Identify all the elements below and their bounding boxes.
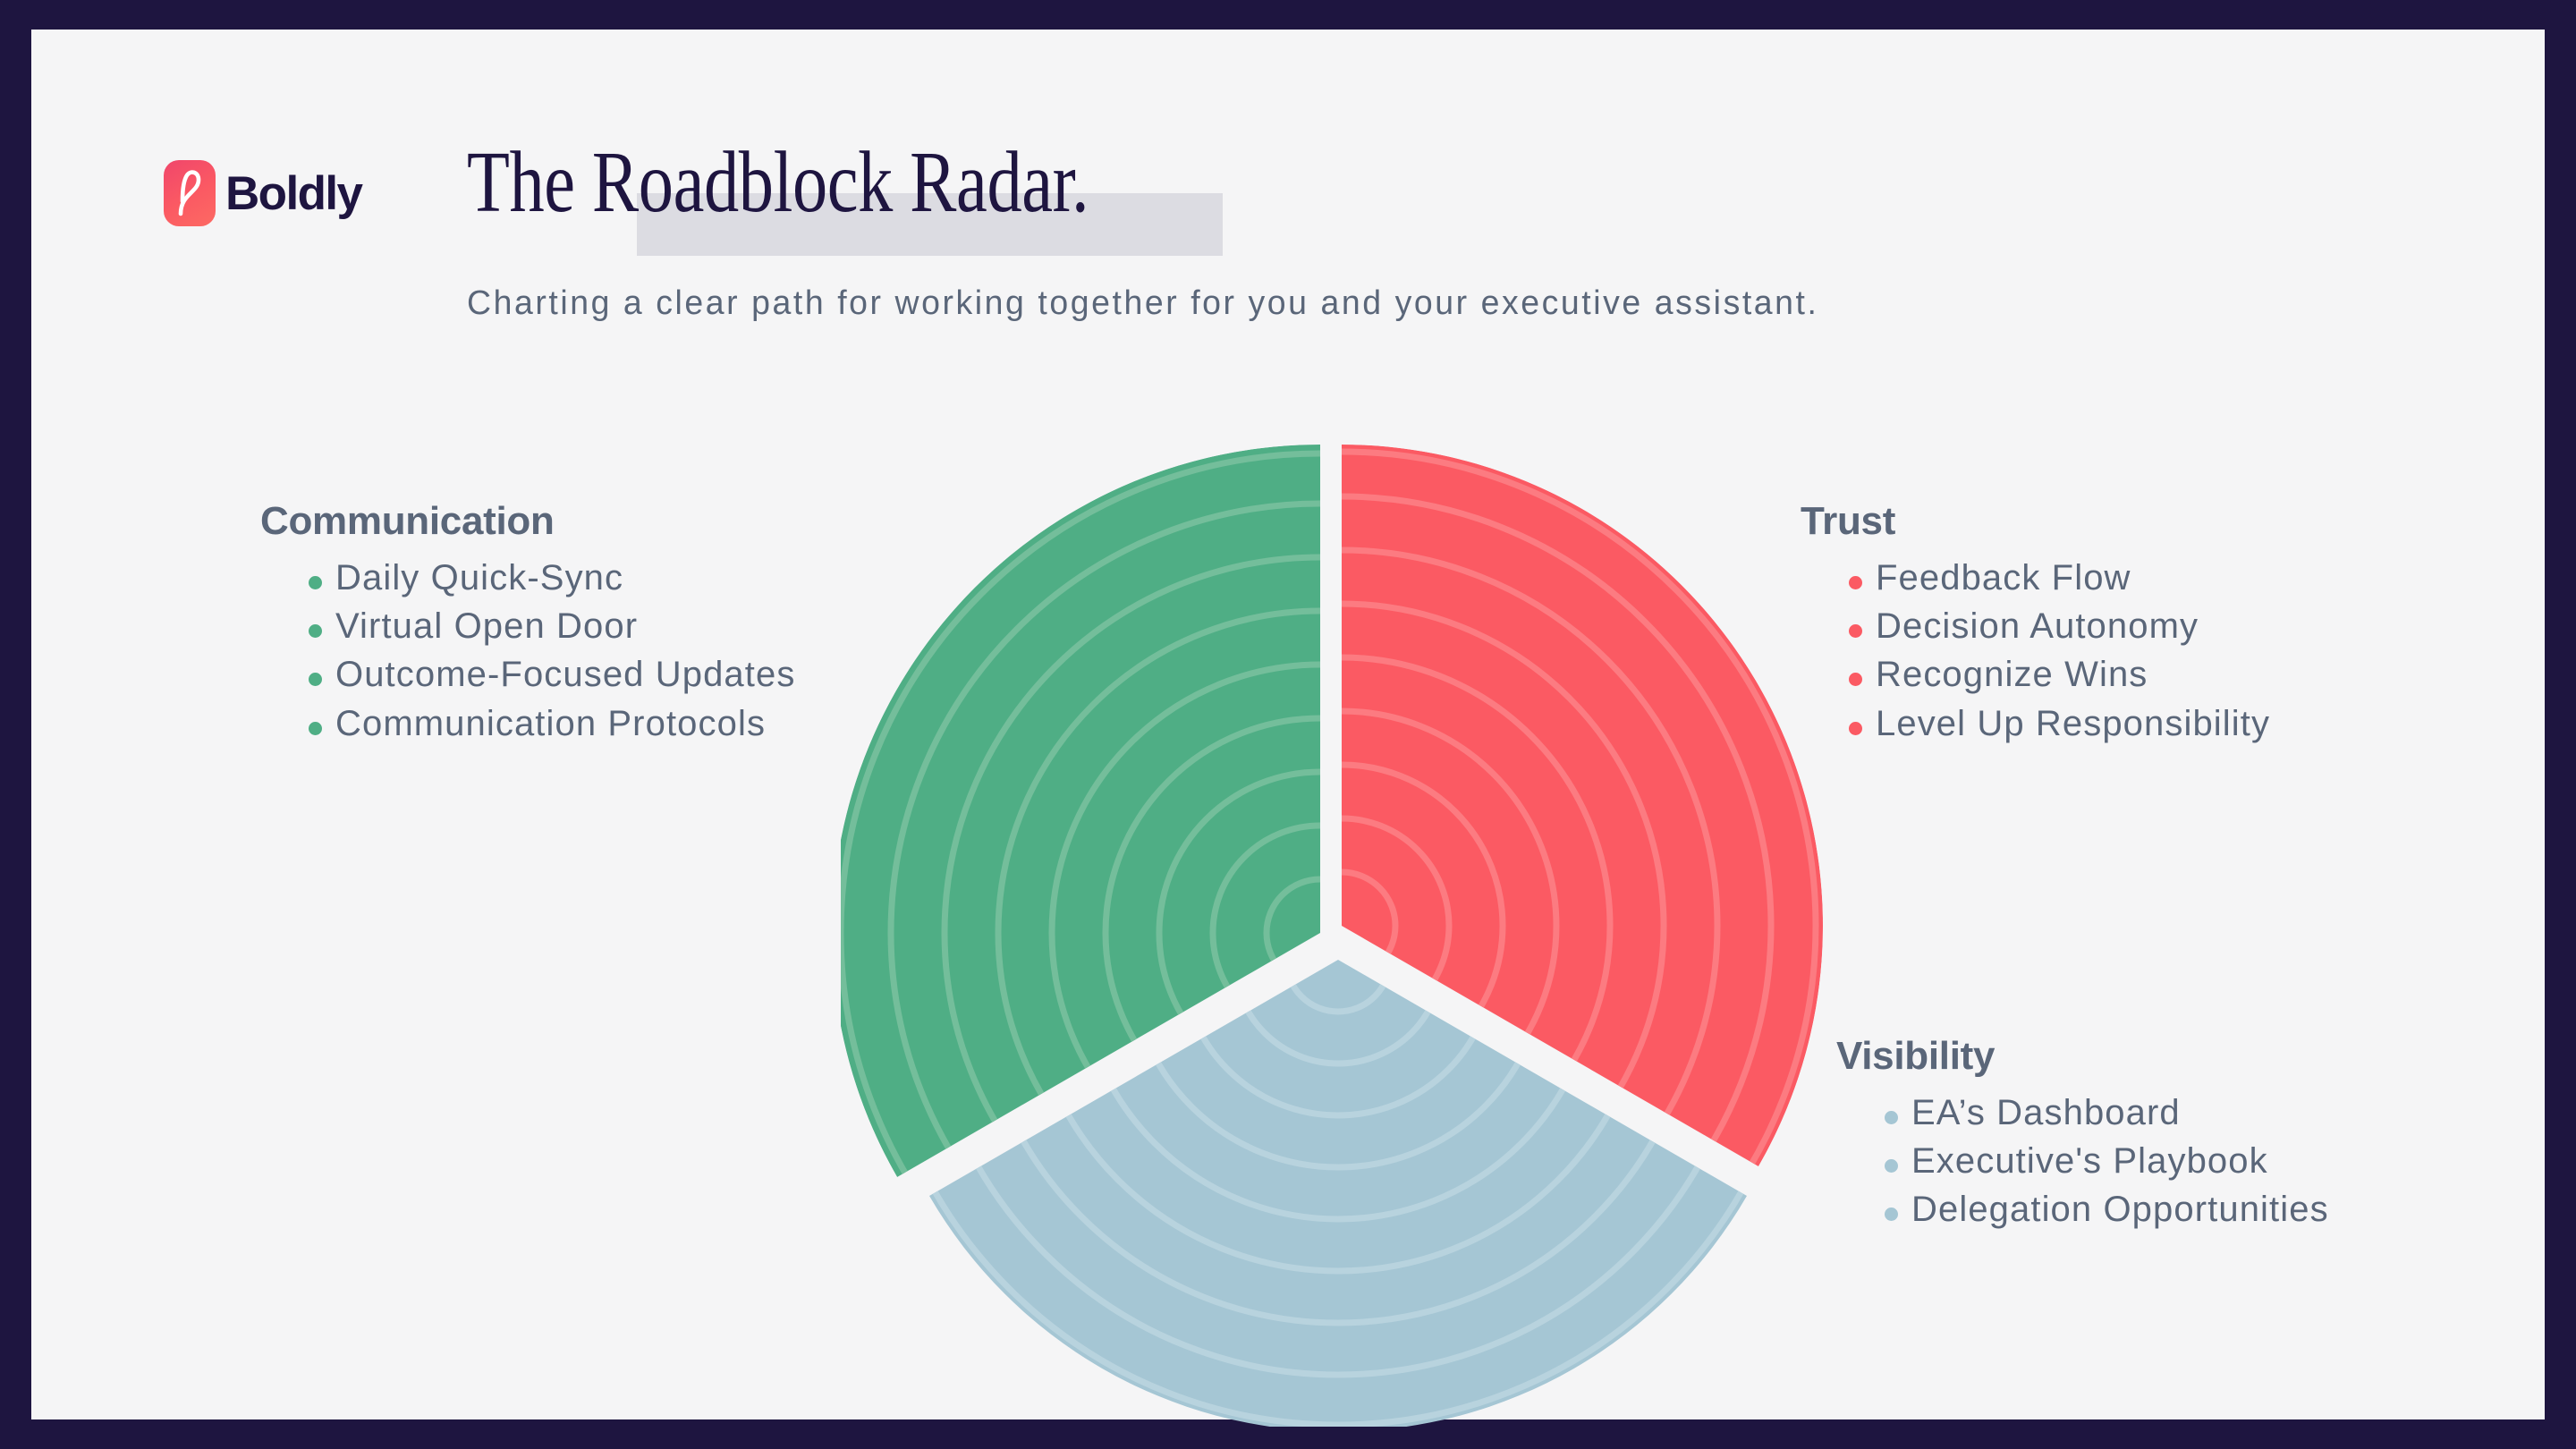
bullet-icon: [1885, 1111, 1898, 1124]
outer-frame: Boldly The Roadblock Radar. Charting a c…: [0, 0, 2576, 1449]
bullet-icon: [1849, 624, 1862, 639]
list-item-label: EA’s Dashboard: [1911, 1093, 2181, 1132]
bullet-icon: [309, 624, 322, 639]
bullet-icon: [1849, 576, 1862, 589]
list-item: Outcome-Focused Updates: [309, 652, 833, 698]
list-item: Communication Protocols: [309, 701, 833, 747]
page-subtitle: Charting a clear path for working togeth…: [467, 284, 1819, 322]
list-item-label: Decision Autonomy: [1876, 606, 2199, 647]
list-item-label: Outcome-Focused Updates: [335, 655, 796, 695]
category-list-visibility: EA’s Dashboard Executive's Playbook Dele…: [1836, 1090, 2516, 1233]
roadblock-radar-chart: [841, 425, 1843, 1427]
list-item-label: Delegation Opportunities: [1911, 1190, 2329, 1230]
category-list-trust: Feedback Flow Decision Autonomy Recogniz…: [1801, 555, 2480, 747]
list-item: Delegation Opportunities: [1885, 1187, 2516, 1233]
list-item: Executive's Playbook: [1885, 1139, 2516, 1184]
list-item: Level Up Responsibility: [1849, 701, 2480, 747]
list-item: Virtual Open Door: [309, 604, 833, 649]
category-communication: Communication Daily Quick-Sync Virtual O…: [260, 502, 833, 750]
bullet-icon: [1885, 1159, 1898, 1174]
list-item-label: Recognize Wins: [1876, 655, 2148, 695]
list-item-label: Level Up Responsibility: [1876, 703, 2271, 743]
brand-name: Boldly: [225, 166, 363, 220]
list-item: EA’s Dashboard: [1885, 1090, 2516, 1136]
list-item-label: Daily Quick-Sync: [335, 558, 624, 597]
radar-svg: [841, 445, 1823, 1427]
list-item: Daily Quick-Sync: [309, 555, 833, 601]
list-item-label: Virtual Open Door: [335, 606, 639, 647]
bullet-icon: [309, 721, 322, 735]
page-title-wrap: The Roadblock Radar.: [467, 134, 1244, 256]
category-heading-communication: Communication: [260, 499, 555, 543]
list-item: Feedback Flow: [1849, 555, 2480, 601]
list-item-label: Executive's Playbook: [1911, 1141, 2268, 1182]
category-trust: Trust Feedback Flow Decision Autonomy Re…: [1801, 502, 2480, 750]
category-heading-visibility: Visibility: [1836, 1034, 1996, 1078]
bullet-icon: [309, 673, 322, 687]
bullet-icon: [309, 576, 322, 589]
brand-logo[interactable]: Boldly: [164, 160, 363, 226]
list-item: Recognize Wins: [1849, 652, 2480, 698]
category-heading-trust: Trust: [1801, 499, 1896, 543]
list-item-label: Communication Protocols: [335, 703, 767, 743]
content-panel: Boldly The Roadblock Radar. Charting a c…: [31, 30, 2545, 1427]
boldly-logo-mark-icon: [164, 160, 216, 226]
list-item: Decision Autonomy: [1849, 604, 2480, 649]
bullet-icon: [1885, 1208, 1898, 1222]
bullet-icon: [1849, 673, 1862, 687]
category-list-communication: Daily Quick-Sync Virtual Open Door Outco…: [260, 555, 833, 747]
category-visibility: Visibility EA’s Dashboard Executive's Pl…: [1836, 1037, 2516, 1236]
page-title: The Roadblock Radar.: [467, 134, 1089, 231]
list-item-label: Feedback Flow: [1876, 558, 2131, 597]
bullet-icon: [1849, 721, 1862, 735]
